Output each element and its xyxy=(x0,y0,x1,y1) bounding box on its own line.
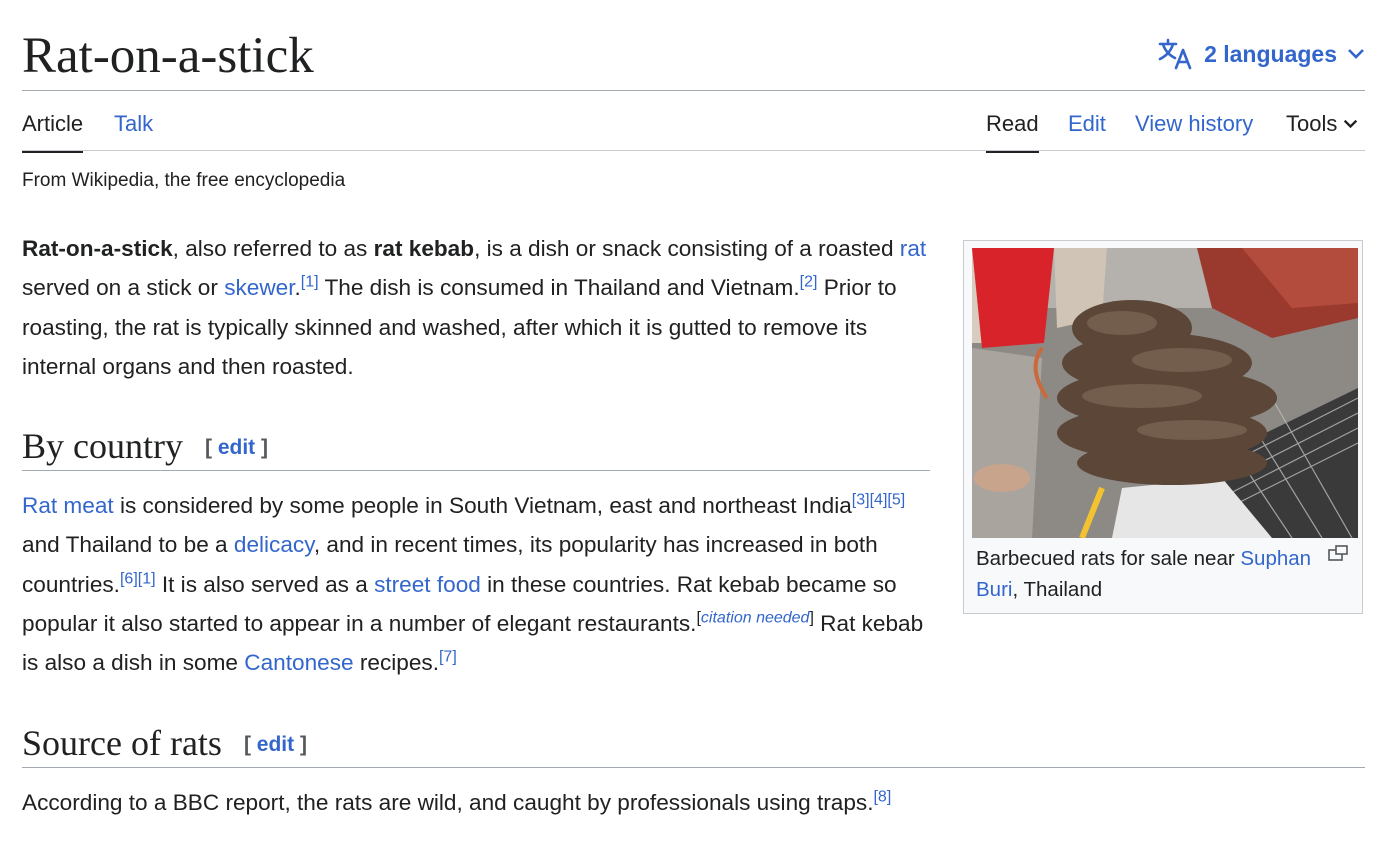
section-title: Source of rats xyxy=(22,723,222,763)
tab-edit[interactable]: Edit xyxy=(1068,110,1106,151)
bracket: ] xyxy=(294,733,307,756)
section-edit: [ edit ] xyxy=(244,733,307,756)
tab-view-history[interactable]: View history xyxy=(1135,110,1253,151)
reference-link[interactable]: [5] xyxy=(887,491,905,508)
chevron-down-icon xyxy=(1348,49,1364,59)
text: , also referred to as xyxy=(172,236,374,261)
site-tagline: From Wikipedia, the free encyclopedia xyxy=(22,170,346,191)
section-edit: [ edit ] xyxy=(205,436,268,459)
reference-link[interactable]: [4] xyxy=(870,491,888,508)
barbecued-rats-photo[interactable] xyxy=(972,248,1358,538)
text: served on a stick or xyxy=(22,275,225,301)
reference-link[interactable]: [6] xyxy=(120,570,138,587)
section-title: By country xyxy=(22,426,183,466)
link-rat[interactable]: rat xyxy=(900,236,926,261)
tab-read[interactable]: Read xyxy=(986,110,1039,153)
text: recipes. xyxy=(353,650,439,676)
link-street-food[interactable]: street food xyxy=(374,572,481,597)
tab-article[interactable]: Article xyxy=(22,110,84,153)
language-selector-button[interactable]: 2 languages xyxy=(1158,38,1365,70)
citation-needed-link[interactable]: citation needed xyxy=(701,609,810,626)
reference-link[interactable]: [2] xyxy=(800,274,818,291)
page-tabs: Article Talk Read Edit View history Tool… xyxy=(22,92,1365,153)
text: , is a dish or snack consisting of a roa… xyxy=(474,236,900,261)
text: is considered by some people in South Vi… xyxy=(113,493,852,518)
tab-talk[interactable]: Talk xyxy=(114,110,153,151)
link-cantonese[interactable]: Cantonese xyxy=(244,650,353,675)
translate-icon xyxy=(1158,38,1192,70)
text: It is also served as a xyxy=(155,571,375,597)
text: The dish is consumed in Thailand and Vie… xyxy=(318,275,800,301)
edit-section-link[interactable]: edit xyxy=(257,733,294,756)
link-rat-meat[interactable]: Rat meat xyxy=(22,493,114,518)
link-delicacy[interactable]: delicacy xyxy=(234,532,314,557)
enlarge-icon[interactable] xyxy=(1328,545,1348,561)
bracket: [ xyxy=(204,436,218,459)
by-country-paragraph: Rat meat is considered by some people in… xyxy=(22,486,937,682)
text: , Thailand xyxy=(1012,578,1103,601)
source-paragraph: According to a BBC report, the rats are … xyxy=(22,783,1322,822)
reference-link[interactable]: [7] xyxy=(439,649,457,666)
reference-link[interactable]: [1] xyxy=(301,274,319,291)
languages-label: 2 languages xyxy=(1204,40,1337,67)
page-title: Rat-on-a-stick xyxy=(22,28,314,84)
photo-illustration xyxy=(972,248,1358,538)
section-heading-by-country: By country [ edit ] xyxy=(22,424,930,471)
bracket: ] xyxy=(255,436,268,459)
link-skewer[interactable]: skewer xyxy=(224,275,294,300)
tools-label: Tools xyxy=(1286,111,1338,136)
edit-section-link[interactable]: edit xyxy=(218,436,255,459)
bold-term: Rat-on-a-stick xyxy=(22,236,173,261)
bold-term: rat kebab xyxy=(373,236,475,261)
infobox-figure: Barbecued rats for sale near Suphan Buri… xyxy=(963,240,1363,614)
bracket: [ xyxy=(243,733,257,756)
reference-link[interactable]: [3] xyxy=(852,491,870,508)
text: According to a BBC report, the rats are … xyxy=(22,790,874,815)
reference-link[interactable]: [1] xyxy=(138,570,156,587)
wikipedia-article-page: Rat-on-a-stick 2 languages Article Talk xyxy=(0,0,1387,843)
title-row: Rat-on-a-stick 2 languages xyxy=(22,22,1365,91)
section-heading-source-of-rats: Source of rats [ edit ] xyxy=(22,721,1365,768)
tools-menu[interactable]: Tools xyxy=(1286,110,1358,151)
chevron-down-icon xyxy=(1344,119,1358,129)
figure-caption: Barbecued rats for sale near Suphan Buri… xyxy=(976,543,1316,605)
reference-link[interactable]: [8] xyxy=(873,788,891,805)
text: and Thailand to be a xyxy=(22,532,234,558)
intro-paragraph: Rat-on-a-stick, also referred to as rat … xyxy=(22,229,937,386)
text: Barbecued rats for sale near xyxy=(976,547,1241,570)
